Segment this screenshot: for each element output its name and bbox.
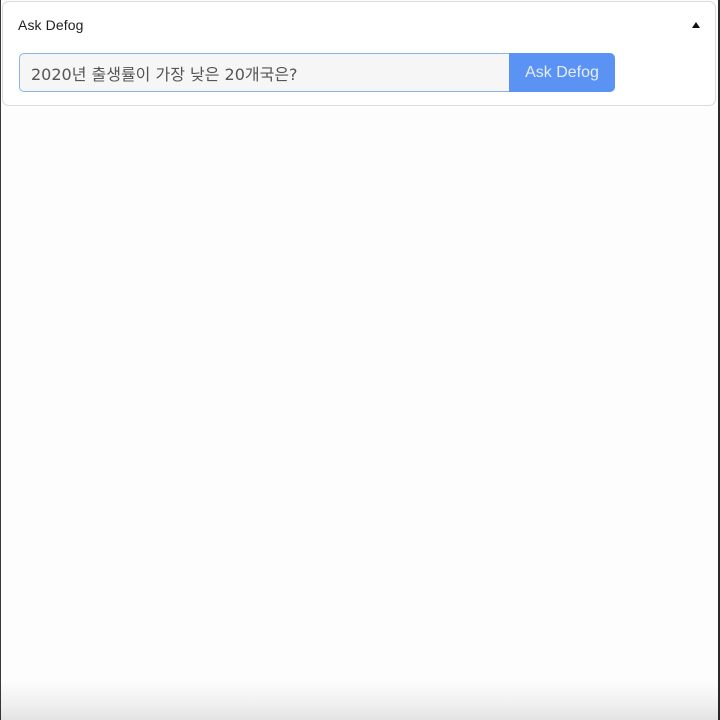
panel-header[interactable]: Ask Defog	[3, 2, 715, 48]
ask-defog-button[interactable]: Ask Defog	[509, 53, 615, 92]
bottom-shadow	[0, 680, 720, 720]
window-edge-left	[0, 0, 1, 720]
query-input[interactable]	[19, 53, 509, 92]
ask-defog-panel: Ask Defog Ask Defog	[2, 1, 716, 106]
collapse-toggle[interactable]	[685, 14, 707, 36]
panel-title: Ask Defog	[18, 17, 84, 33]
search-row: Ask Defog	[19, 53, 615, 92]
page: Ask Defog Ask Defog	[0, 0, 720, 720]
caret-up-icon	[692, 22, 700, 28]
